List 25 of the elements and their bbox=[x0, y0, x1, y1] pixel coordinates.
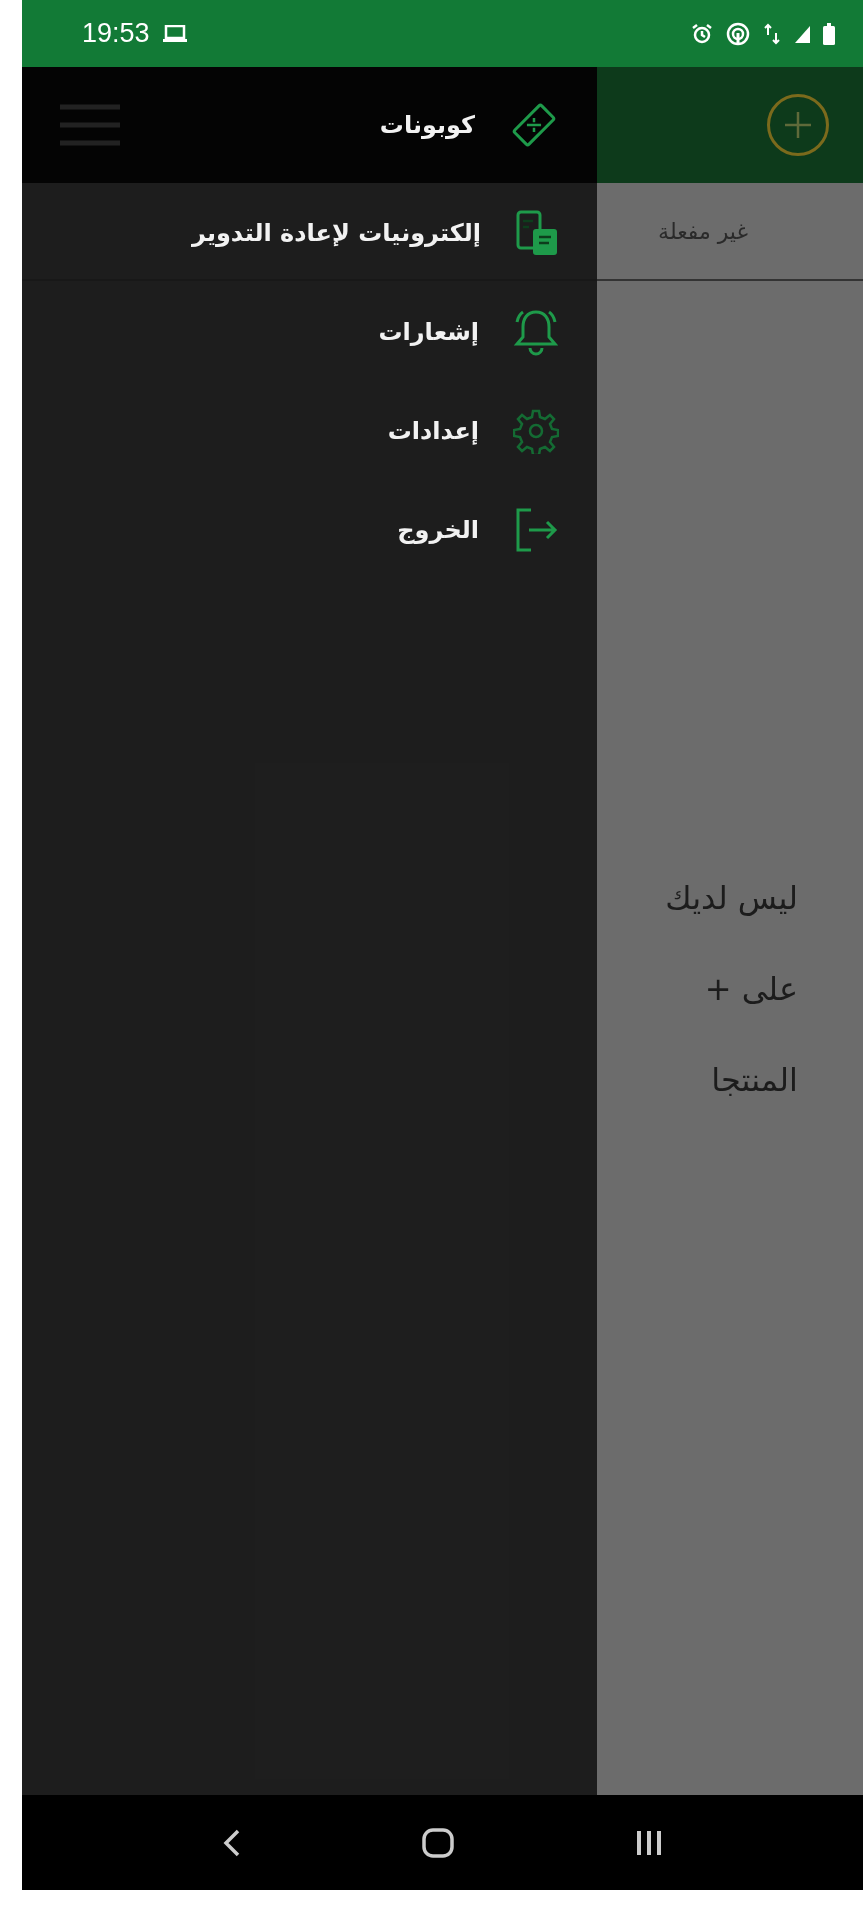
status-time: 19:53 bbox=[82, 18, 150, 49]
drawer-item-label: إشعارات bbox=[378, 317, 479, 346]
drawer-item[interactable]: إلكترونيات لإعادة التدوير bbox=[22, 183, 597, 282]
laptop-icon bbox=[161, 24, 188, 43]
empty-message-line: على + bbox=[704, 969, 798, 1010]
settings-icon bbox=[513, 407, 559, 454]
drawer-item-label: إلكترونيات لإعادة التدوير bbox=[192, 218, 481, 247]
mobile-data-icon bbox=[763, 22, 781, 45]
drawer-item[interactable]: إعدادات bbox=[22, 381, 597, 480]
devices-icon bbox=[515, 208, 559, 257]
battery-icon bbox=[823, 22, 835, 45]
drawer-item[interactable]: كوبونات bbox=[22, 67, 597, 183]
drawer-item-label: إعدادات bbox=[387, 416, 479, 445]
alarm-icon bbox=[691, 22, 713, 45]
empty-message-line: ليس لديك bbox=[665, 878, 798, 919]
drawer-item-label: الخروج bbox=[397, 515, 479, 544]
drawer-item[interactable]: الخروج bbox=[22, 480, 597, 579]
back-icon[interactable] bbox=[221, 1827, 242, 1858]
drawer-item[interactable]: إشعارات bbox=[22, 282, 597, 381]
drawer-item-label: كوبونات bbox=[379, 111, 475, 139]
plus-icon bbox=[783, 110, 813, 140]
add-button[interactable] bbox=[767, 94, 829, 156]
hotspot-icon bbox=[725, 21, 751, 46]
empty-message-line: المنتجا bbox=[711, 1060, 798, 1101]
home-icon[interactable] bbox=[420, 1826, 455, 1859]
